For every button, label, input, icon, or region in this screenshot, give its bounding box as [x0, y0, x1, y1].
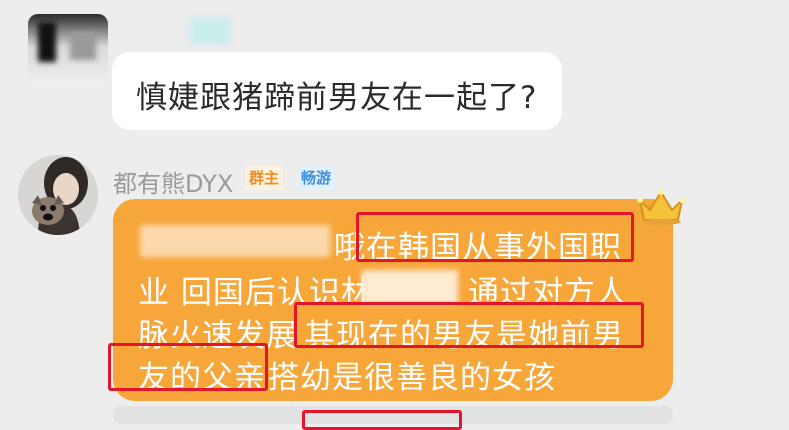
- crown-icon: [636, 186, 686, 230]
- girl-with-dog-avatar-icon[interactable]: [18, 155, 98, 235]
- blurred-avatar-icon[interactable]: [28, 14, 108, 86]
- group-owner-badge: 群主: [245, 166, 284, 190]
- highlight-box: [294, 302, 644, 348]
- blurred-username: [190, 18, 230, 44]
- blurred-text: [362, 270, 458, 304]
- message-bubble[interactable]: 慎婕跟猪蹄前男友在一起了?: [112, 52, 562, 130]
- highlight-box: [356, 212, 634, 262]
- blurred-text: [140, 225, 330, 257]
- sender-name[interactable]: 都有熊DYX: [113, 164, 233, 199]
- tour-badge: 畅游: [297, 166, 336, 190]
- message-text: 慎婕跟猪蹄前男友在一起了?: [136, 80, 538, 116]
- highlight-box: [302, 410, 462, 430]
- message-line-4-end: 搭幼是很善良的女孩: [268, 360, 556, 396]
- highlight-box: [108, 343, 268, 391]
